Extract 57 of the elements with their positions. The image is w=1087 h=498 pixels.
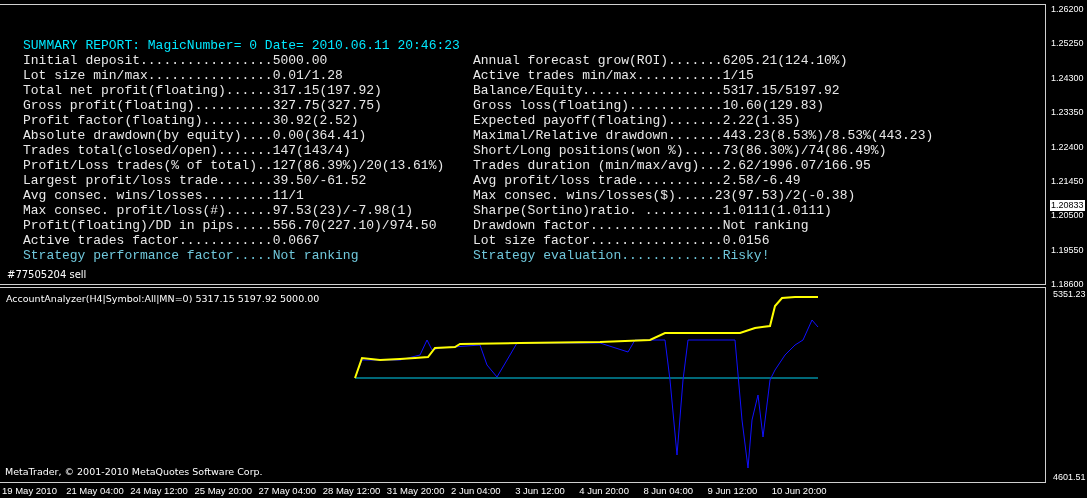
report-line: Strategy performance factor.....Not ranking <box>23 248 360 263</box>
report-line: Active trades min/max...........1/15 <box>473 68 755 83</box>
price-tick-label: 1.19550 <box>1050 244 1085 256</box>
price-tick-label: 1.23350 <box>1050 107 1085 119</box>
price-tick-label: 1.24300 <box>1050 72 1085 84</box>
time-axis-label: 27 May 04:00 <box>258 484 318 498</box>
report-line: Largest profit/loss trade.......39.50/-61.52 <box>23 173 368 188</box>
report-line: Trades total(closed/open).......147(143/4) <box>23 143 352 158</box>
report-line: Lot size min/max................0.01/1.28 <box>23 68 344 83</box>
time-axis-label: 8 Jun 04:00 <box>643 484 695 498</box>
time-axis-label: 4 Jun 20:00 <box>579 484 630 498</box>
current-price-label: 1.20833 <box>1050 200 1085 211</box>
copyright-text: MetaTrader, © 2001-2010 MetaQuotes Software Corp. <box>5 464 263 479</box>
time-axis-label: 10 Jun 20:00 <box>771 484 828 498</box>
report-line: Profit(floating)/DD in pips.....556.70(227.10)/974.50 <box>23 218 438 233</box>
axis-min-label: 4601.51 <box>1052 472 1087 483</box>
report-line: Gross loss(floating)............10.60(129.83) <box>473 98 826 113</box>
report-line: Expected payoff(floating).......2.22(1.35) <box>473 113 802 128</box>
report-line: Absolute drawdown(by equity)....0.00(364.41) <box>23 128 368 143</box>
report-line: Initial deposit.................5000.00 <box>23 53 329 68</box>
time-axis-label: 28 May 12:00 <box>322 484 382 498</box>
time-axis-label: 2 Jun 04:00 <box>451 484 502 498</box>
time-axis-label: 21 May 04:00 <box>66 484 125 498</box>
time-axis-label: 31 May 20:00 <box>386 484 446 498</box>
time-axis-label: 3 Jun 12:00 <box>515 484 566 498</box>
time-axis-label: 19 May 2010 <box>2 484 58 498</box>
report-line: Strategy evaluation.............Risky! <box>473 248 771 263</box>
time-axis-label: 25 May 20:00 <box>194 484 253 498</box>
report-line: Short/Long positions(won %).....73(86.30%)/74(86.49%) <box>473 143 888 158</box>
report-line: Sharpe(Sortino)ratio. ..........1.0111(1.0111) <box>473 203 833 218</box>
axis-max-label: 5351.23 <box>1052 289 1087 300</box>
report-line: Drawdown factor.................Not ranking <box>473 218 810 233</box>
report-line: Lot size factor.................0.0156 <box>473 233 771 248</box>
report-line: Total net profit(floating)......317.15(197.92) <box>23 83 383 98</box>
report-line: Annual forecast grow(ROI).......6205.21(124.10%) <box>473 53 849 68</box>
report-line: Max consec. wins/losses($).....23(97.53)/2(-0.38) <box>473 188 857 203</box>
time-axis-label: 24 May 12:00 <box>130 484 189 498</box>
report-line: Balance/Equity..................5317.15/5197.92 <box>473 83 841 98</box>
report-line: Profit/Loss trades(% of total)..127(86.39%)/20(13.61%) <box>23 158 446 173</box>
price-tick-label: 1.26200 <box>1050 4 1085 15</box>
report-line: Avg consec. wins/losses.........11/1 <box>23 188 305 203</box>
order-label: #77505204 sell <box>7 268 87 282</box>
price-tick-label: 1.22400 <box>1050 141 1085 153</box>
report-line: Trades duration (min/max/avg)...2.62/1996.07/166.95 <box>473 158 872 173</box>
report-line: Gross profit(floating)..........327.75(327.75) <box>23 98 383 113</box>
price-tick-label: 1.21450 <box>1050 175 1085 187</box>
indicator-title: AccountAnalyzer(H4|Symbol:All|MN=0) 5317.15 5197.92 5000.00 <box>6 292 320 306</box>
report-line: Max consec. profit/loss(#)......97.53(23)/-7.98(1) <box>23 203 415 218</box>
report-line: Active trades factor............0.0667 <box>23 233 321 248</box>
time-axis-label: 9 Jun 12:00 <box>707 484 759 498</box>
price-tick-label: 1.20500 <box>1050 210 1085 222</box>
price-tick-label: 1.25250 <box>1050 38 1085 50</box>
price-tick-label: 1.18600 <box>1050 279 1085 290</box>
report-title: SUMMARY REPORT: MagicNumber= 0 Date= 2010.06.11 20:46:23 <box>23 38 461 53</box>
report-line: Maximal/Relative drawdown.......443.23(8.53%)/8.53%(443.23) <box>473 128 934 143</box>
report-line: Profit factor(floating).........30.92(2.52) <box>23 113 360 128</box>
report-line: Avg profit/loss trade...........2.58/-6.49 <box>473 173 802 188</box>
